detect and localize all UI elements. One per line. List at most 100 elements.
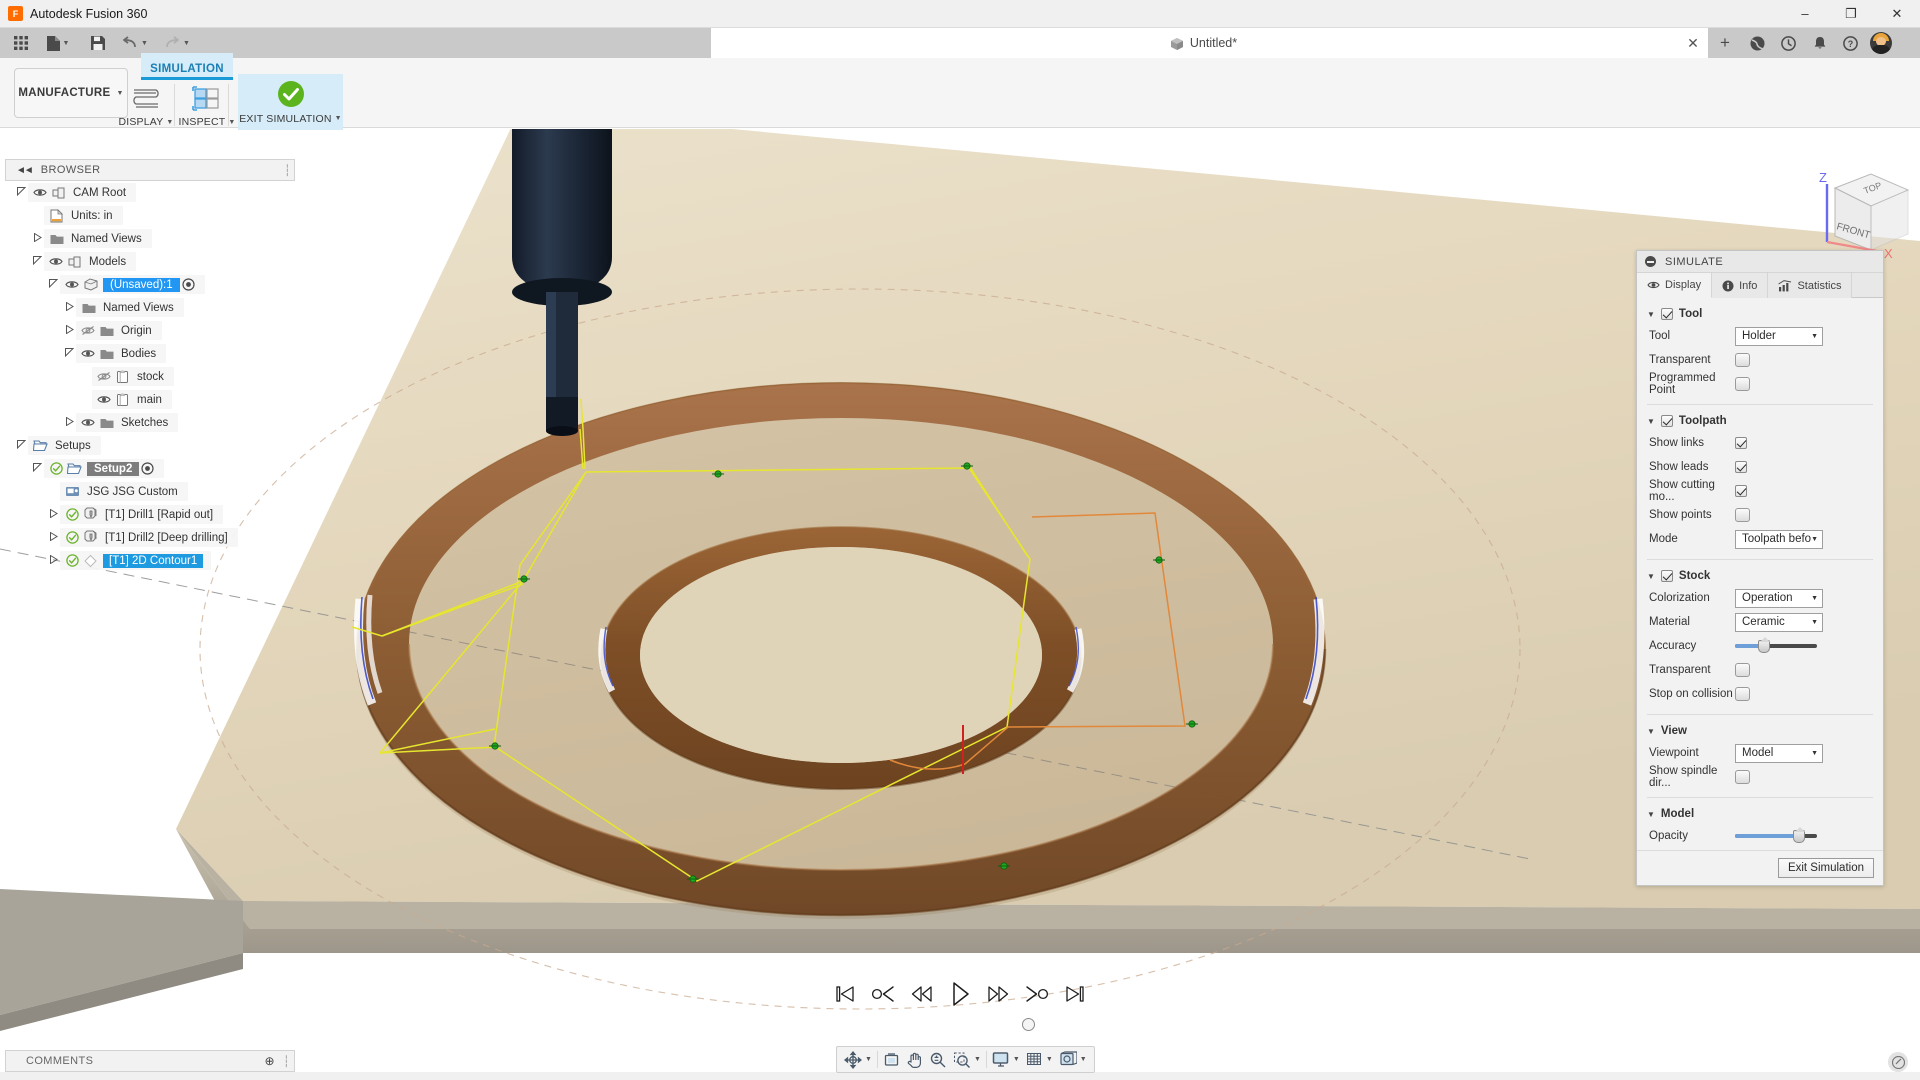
- tree-item-chip[interactable]: Models: [44, 252, 137, 271]
- tree-item-chip[interactable]: Setup2: [44, 459, 165, 478]
- tree-item-chip[interactable]: [T1] 2D Contour1: [60, 551, 212, 570]
- checkbox-show-cutting-mo[interactable]: [1735, 485, 1747, 497]
- playback-progress-handle[interactable]: [1022, 1018, 1035, 1031]
- simulate-tab-statistics[interactable]: Statistics: [1768, 273, 1853, 298]
- tree-item-chip[interactable]: (Unsaved):1: [60, 275, 205, 294]
- skip-to-end-button[interactable]: [1060, 978, 1090, 1010]
- simulate-tab-display[interactable]: Display: [1637, 273, 1713, 298]
- expand-arrow-right-icon[interactable]: [47, 554, 60, 566]
- section-enable-checkbox-toolpath[interactable]: [1660, 415, 1673, 427]
- visibility-on-icon[interactable]: [31, 187, 49, 198]
- exit-simulation-button[interactable]: Exit Simulation: [1777, 858, 1874, 878]
- expand-arrow-right-icon[interactable]: [47, 508, 60, 520]
- visibility-on-icon[interactable]: [79, 348, 97, 359]
- add-comment-icon[interactable]: ⊕: [265, 1054, 275, 1068]
- new-file-button[interactable]: ▼: [41, 28, 75, 58]
- tree-item-t1-2d-contour1[interactable]: [T1] 2D Contour1: [5, 549, 295, 572]
- slider-handle[interactable]: [1792, 826, 1805, 843]
- zoom-icon[interactable]: [926, 1048, 950, 1071]
- tree-item-chip[interactable]: [T1] Drill2 [Deep drilling]: [60, 528, 238, 547]
- tree-item-named-views[interactable]: Named Views: [5, 296, 295, 319]
- checkbox-show-leads[interactable]: [1735, 461, 1747, 473]
- tree-item-jsg-jsg-custom[interactable]: JSG JSG Custom: [5, 480, 295, 503]
- window-close-button[interactable]: ✕: [1874, 0, 1920, 28]
- tree-item-models[interactable]: Models: [5, 250, 295, 273]
- dropdown-viewpoint[interactable]: Model ▼: [1735, 743, 1823, 763]
- exit-simulation-ribbon-button[interactable]: EXIT SIMULATION ▼: [238, 74, 343, 130]
- section-header-stock[interactable]: ▼ Stock: [1637, 566, 1883, 586]
- expand-arrow-right-icon[interactable]: [47, 531, 60, 543]
- tree-item-unsaved-1[interactable]: (Unsaved):1: [5, 273, 295, 296]
- ribbon-group-inspect[interactable]: INSPECT ▼: [168, 80, 246, 128]
- simulate-palette-header[interactable]: SIMULATE: [1637, 251, 1883, 273]
- viewports-icon[interactable]: ▼: [1056, 1048, 1090, 1071]
- document-tab-close-button[interactable]: ✕: [1678, 28, 1708, 58]
- chevron-down-icon[interactable]: ▼: [1647, 727, 1655, 736]
- slider-opacity[interactable]: [1735, 826, 1817, 843]
- chevron-down-icon[interactable]: ▼: [1647, 572, 1655, 581]
- chevron-down-icon[interactable]: ▼: [1647, 417, 1655, 426]
- section-header-view[interactable]: ▼ View: [1637, 721, 1883, 741]
- tree-item-stock[interactable]: stock: [5, 365, 295, 388]
- expand-arrow-down-icon[interactable]: [15, 187, 28, 198]
- window-maximize-button[interactable]: ❐: [1828, 0, 1874, 28]
- expand-arrow-right-icon[interactable]: [63, 416, 76, 428]
- fit-icon[interactable]: [880, 1048, 903, 1071]
- slider-accuracy[interactable]: [1735, 636, 1817, 653]
- expand-arrow-down-icon[interactable]: [47, 279, 60, 290]
- toggle-programmed-point[interactable]: [1735, 377, 1750, 391]
- visibility-on-icon[interactable]: [95, 394, 113, 405]
- tree-item-chip[interactable]: main: [92, 390, 172, 409]
- document-tab[interactable]: Untitled*: [711, 28, 1696, 58]
- playback-progress-track-left[interactable]: [60, 1023, 960, 1026]
- zoom-window-icon[interactable]: ▼: [950, 1048, 984, 1071]
- skip-to-start-button[interactable]: [830, 978, 860, 1010]
- pan-icon[interactable]: [903, 1048, 926, 1071]
- display-settings-icon[interactable]: ▼: [989, 1048, 1023, 1071]
- grid-snaps-icon[interactable]: ▼: [1023, 1048, 1056, 1071]
- tree-item-units-in[interactable]: Units: in: [5, 204, 295, 227]
- tree-item-chip[interactable]: Units: in: [44, 206, 123, 225]
- fast-forward-button[interactable]: [983, 978, 1013, 1010]
- new-tab-button[interactable]: +: [1708, 28, 1742, 58]
- tree-item-chip[interactable]: stock: [92, 367, 174, 386]
- checkbox-show-links[interactable]: [1735, 437, 1747, 449]
- tree-item-chip[interactable]: JSG JSG Custom: [60, 482, 188, 501]
- expand-arrow-right-icon[interactable]: [63, 324, 76, 336]
- panel-grip[interactable]: ┆: [284, 164, 294, 177]
- tree-item-main[interactable]: main: [5, 388, 295, 411]
- activate-component-radio[interactable]: [180, 278, 197, 291]
- tree-item-origin[interactable]: Origin: [5, 319, 295, 342]
- expand-arrow-right-icon[interactable]: [63, 301, 76, 313]
- visibility-on-icon[interactable]: [63, 279, 81, 290]
- tree-item-chip[interactable]: Bodies: [76, 344, 167, 363]
- tree-item-setups[interactable]: Setups: [5, 434, 295, 457]
- toggle-show-points[interactable]: [1735, 508, 1750, 522]
- simulate-tab-info[interactable]: Info: [1712, 273, 1769, 298]
- dropdown-mode[interactable]: Toolpath before ...▼: [1735, 529, 1823, 549]
- toggle-transparent[interactable]: [1735, 663, 1750, 677]
- step-back-operation-button[interactable]: [868, 978, 898, 1010]
- window-minimize-button[interactable]: –: [1782, 0, 1828, 28]
- section-header-model[interactable]: ▼ Model: [1637, 804, 1883, 824]
- tree-item-chip[interactable]: Named Views: [76, 298, 184, 317]
- tree-item-chip[interactable]: [T1] Drill1 [Rapid out]: [60, 505, 224, 524]
- tree-item-chip[interactable]: Sketches: [76, 413, 179, 432]
- user-avatar[interactable]: [1870, 32, 1892, 54]
- expand-arrow-down-icon[interactable]: [31, 463, 44, 474]
- toggle-show-spindle-dir[interactable]: [1735, 770, 1750, 784]
- expand-arrow-down-icon[interactable]: [31, 256, 44, 267]
- dropdown-tool[interactable]: Holder ▼: [1735, 326, 1823, 346]
- tab-simulation[interactable]: SIMULATION: [141, 53, 233, 80]
- tree-item-t1-drill1-rapid-out[interactable]: [T1] Drill1 [Rapid out]: [5, 503, 295, 526]
- tree-item-chip[interactable]: Origin: [76, 321, 162, 340]
- section-header-tool[interactable]: ▼ Tool: [1637, 304, 1883, 324]
- tree-item-setup2[interactable]: Setup2: [5, 457, 295, 480]
- expand-arrow-right-icon[interactable]: [31, 232, 44, 244]
- section-enable-checkbox-tool[interactable]: [1660, 308, 1673, 320]
- slider-handle[interactable]: [1757, 636, 1770, 653]
- minimize-palette-icon[interactable]: [1645, 256, 1656, 267]
- comments-panel[interactable]: COMMENTS ⊕ ┆: [5, 1050, 295, 1072]
- job-status-icon[interactable]: [1773, 28, 1804, 58]
- save-button[interactable]: [85, 28, 111, 58]
